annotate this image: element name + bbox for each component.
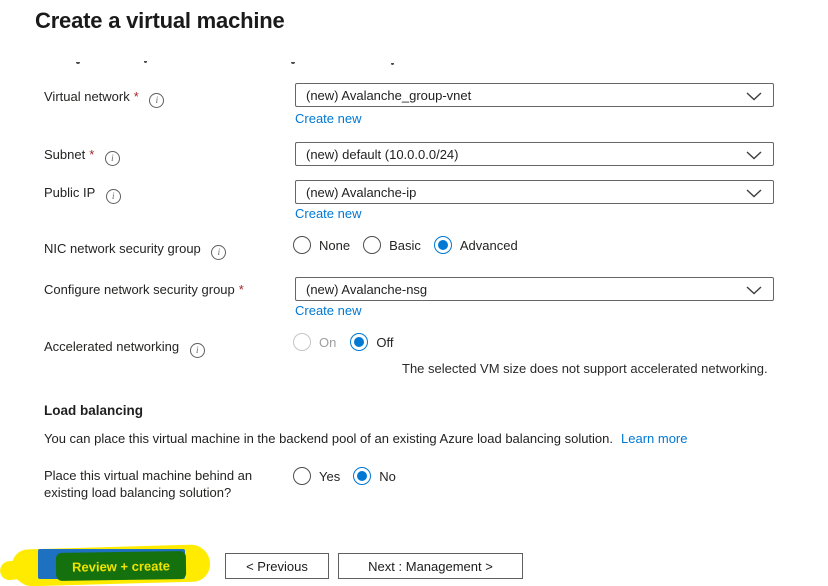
radio-option-off[interactable]: Off [350,333,393,351]
radio-circle-selected [350,333,369,351]
info-glyph: i [155,95,159,105]
create-new-public-ip-link[interactable]: Create new [295,206,361,221]
label-text: Accelerated networking [44,339,180,354]
chevron-down-icon [746,92,762,101]
public-ip-value: (new) Avalanche-ip [306,184,417,200]
virtual-network-label: Virtual network * i [44,89,165,108]
accelerated-networking-label: Accelerated networking i [44,339,205,358]
create-new-nsg-link[interactable]: Create new [295,303,361,318]
info-icon[interactable]: i [149,93,165,108]
label-text: NIC network security group [44,241,201,256]
radio-label: Off [376,334,394,350]
configure-nsg-label: Configure network security group * [44,282,244,297]
review-create-label: Review + create [71,557,171,575]
public-ip-label: Public IP i [44,185,121,204]
review-create-button[interactable]: Review + create [55,551,187,581]
radio-option-basic[interactable]: Basic [363,236,421,254]
info-glyph: i [111,153,114,163]
subnet-value: (new) default (10.0.0.0/24) [306,146,459,162]
info-glyph: i [217,247,221,257]
create-new-vnet-link[interactable]: Create new [295,111,361,126]
radio-label: No [379,468,396,484]
description-text: You can place this virtual machine in th… [44,431,614,446]
load-balancing-question: Place this virtual machine behind an exi… [44,468,253,500]
radio-label: None [319,237,351,253]
info-glyph: i [111,191,115,201]
chevron-down-icon [746,286,762,295]
radio-circle [293,236,311,254]
chevron-down-icon [746,189,762,198]
radio-option-no[interactable]: No [353,467,396,485]
cropped-text-artifact [391,59,394,65]
radio-option-yes[interactable]: Yes [293,467,340,485]
radio-label: Basic [389,237,421,253]
required-asterisk: * [89,147,95,162]
cropped-text-artifact [144,57,147,63]
nic-nsg-label: NIC network security group i [44,241,227,260]
vm-size-note: The selected VM size does not support ac… [402,361,768,376]
subnet-label: Subnet * i [44,147,120,166]
info-icon[interactable]: i [211,245,227,260]
radio-circle-selected [353,467,372,485]
virtual-network-dropdown[interactable]: (new) Avalanche_group-vnet [295,83,774,107]
chevron-down-icon [746,151,762,160]
subnet-dropdown[interactable]: (new) default (10.0.0.0/24) [295,142,774,166]
cropped-text-artifact [76,58,80,64]
radio-label: Advanced [459,237,518,253]
label-text: Configure network security group [44,282,235,297]
radio-circle [363,236,382,254]
radio-option-on-disabled: On [293,333,336,351]
radio-circle [293,467,311,485]
previous-button[interactable]: < Previous [225,553,329,579]
learn-more-link[interactable]: Learn more [621,431,687,446]
next-management-button[interactable]: Next : Management > [338,553,523,579]
info-icon[interactable]: i [189,343,205,358]
info-glyph: i [196,345,199,355]
radio-circle-selected [433,236,452,254]
radio-option-none[interactable]: None [293,236,350,254]
load-balancing-heading: Load balancing [44,403,144,418]
radio-label: Yes [319,468,341,484]
accelerated-networking-radio-group: On Off [293,333,393,351]
required-asterisk: * [133,89,139,104]
cropped-text-artifact [291,58,295,64]
configure-nsg-dropdown[interactable]: (new) Avalanche-nsg [295,277,774,301]
info-icon[interactable]: i [104,151,120,166]
public-ip-dropdown[interactable]: (new) Avalanche-ip [295,180,774,204]
nic-nsg-radio-group: None Basic Advanced [293,236,518,254]
load-balancing-description: You can place this virtual machine in th… [44,431,688,446]
radio-label: On [319,334,337,350]
virtual-network-value: (new) Avalanche_group-vnet [306,87,472,103]
radio-option-advanced[interactable]: Advanced [433,236,518,254]
page-title: Create a virtual machine [35,8,285,33]
radio-circle-disabled [293,333,311,351]
create-vm-networking-page: Create a virtual machine Virtual network… [0,0,828,586]
info-icon[interactable]: i [105,189,121,204]
load-balancing-radio-group: Yes No [293,467,396,485]
label-text: Virtual network [44,89,130,104]
configure-nsg-value: (new) Avalanche-nsg [306,281,428,297]
required-asterisk: * [238,282,244,297]
label-text: Public IP [44,185,96,200]
label-text: Subnet [44,147,86,162]
